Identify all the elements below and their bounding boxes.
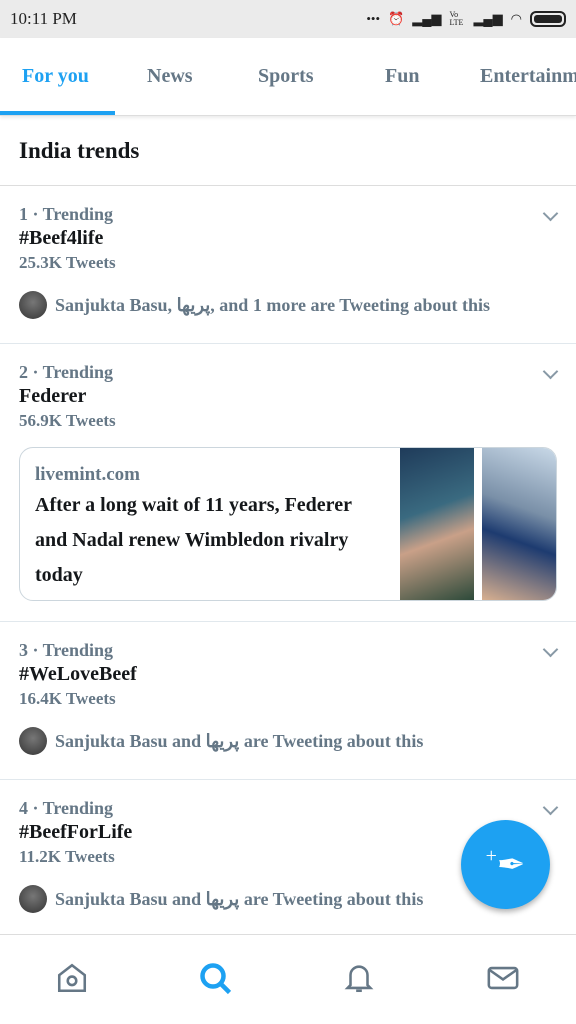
trend-name: #WeLoveBeef <box>19 663 137 685</box>
avatar <box>19 727 47 755</box>
wifi-icon: ◠ <box>510 11 522 26</box>
tab-sports[interactable]: Sports <box>258 65 314 88</box>
bottom-nav <box>0 934 576 1024</box>
messages-icon[interactable] <box>486 961 520 1000</box>
card-headline: After a long wait of 11 years, Federer a… <box>35 494 352 586</box>
tab-news[interactable]: News <box>147 65 193 88</box>
avatar <box>19 885 47 913</box>
trend-rank: 3 · Trending <box>19 640 114 660</box>
trend-rank: 2 · Trending <box>19 362 114 382</box>
card-image <box>482 448 556 600</box>
volte-icon: Vo LTE <box>449 10 464 27</box>
battery-icon <box>530 11 566 27</box>
tab-entertainment[interactable]: Entertainment <box>480 65 576 88</box>
trend-rank: 4 · Trending <box>19 798 114 818</box>
tweet-count: 56.9K Tweets <box>19 411 116 430</box>
home-icon[interactable] <box>55 961 89 1000</box>
alarm-icon: ⏰ <box>388 11 405 26</box>
tab-fun[interactable]: Fun <box>385 65 419 88</box>
notifications-icon[interactable] <box>342 961 376 1000</box>
trend-name: #Beef4life <box>19 227 104 249</box>
status-bar: 10:11 PM ••• ⏰ ▂▄▆ Vo LTE ▂▄▆ ◠ <box>0 0 576 38</box>
signal-icon: ▂▄▆ <box>412 11 442 26</box>
active-tab-indicator <box>0 111 115 115</box>
tab-for-you[interactable]: For you <box>22 65 89 88</box>
tweet-count: 25.3K Tweets <box>19 253 116 272</box>
compose-tweet-icon: +✒ <box>485 844 526 884</box>
tab-bar: For you News Sports Fun Entertainment <box>0 38 576 116</box>
signal-icon: ▂▄▆ <box>473 11 503 26</box>
social-context: Sanjukta Basu and پریها are Tweeting abo… <box>19 727 557 779</box>
news-card[interactable]: livemint.com After a long wait of 11 yea… <box>19 447 557 601</box>
dots-icon: ••• <box>366 11 381 26</box>
clock: 10:11 PM <box>10 9 77 28</box>
avatar <box>19 291 47 319</box>
trend-item[interactable]: 2 · Trending Federer 56.9K Tweets livemi… <box>0 344 576 622</box>
status-icons: ••• ⏰ ▂▄▆ Vo LTE ▂▄▆ ◠ <box>366 11 566 27</box>
social-context: Sanjukta Basu, پریها, and 1 more are Twe… <box>19 291 557 343</box>
card-source: livemint.com <box>35 464 141 485</box>
tweet-count: 16.4K Tweets <box>19 689 116 708</box>
search-icon[interactable] <box>198 961 234 1002</box>
trend-rank: 1 · Trending <box>19 204 114 224</box>
section-title: India trends <box>0 116 576 186</box>
card-image <box>400 448 474 600</box>
compose-tweet-button[interactable]: +✒ <box>461 820 550 909</box>
trend-item[interactable]: 3 · Trending #WeLoveBeef 16.4K Tweets Sa… <box>0 622 576 780</box>
trend-name: Federer <box>19 385 87 407</box>
trend-item[interactable]: 1 · Trending #Beef4life 25.3K Tweets San… <box>0 186 576 344</box>
